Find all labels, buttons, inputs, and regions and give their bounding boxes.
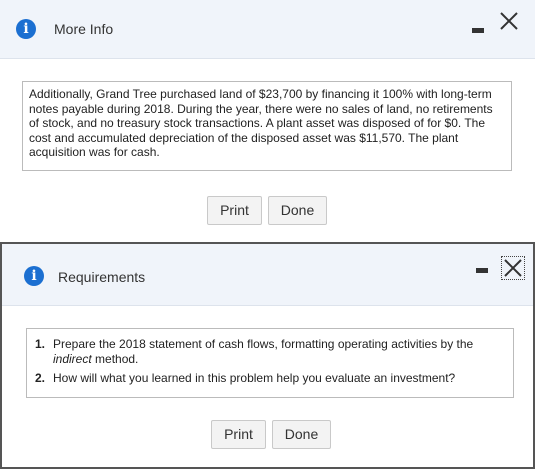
more-info-text: Additionally, Grand Tree purchased land … (29, 87, 493, 159)
requirements-dialog: i Requirements 1. Prepare the 2018 state… (0, 242, 535, 469)
more-info-dialog: i More Info Additionally, Grand Tree pur… (0, 0, 535, 240)
requirements-title: Requirements (58, 269, 146, 285)
close-icon (504, 259, 522, 277)
requirement-text: How will what you learned in this proble… (53, 371, 456, 385)
requirement-number: 2. (35, 371, 46, 385)
requirement-text-end: method. (91, 351, 139, 366)
requirements-titlebar: i Requirements (2, 244, 533, 306)
done-button[interactable]: Done (268, 196, 327, 225)
print-button[interactable]: Print (207, 196, 262, 225)
minimize-button[interactable] (472, 28, 484, 33)
more-info-title: More Info (54, 21, 114, 37)
close-icon (500, 12, 518, 30)
close-button[interactable] (498, 10, 520, 32)
close-button[interactable] (501, 256, 525, 280)
requirement-item-1: 1. Prepare the 2018 statement of cash fl… (35, 337, 505, 366)
info-icon: i (24, 266, 44, 286)
requirements-list: 1. Prepare the 2018 statement of cash fl… (35, 337, 505, 386)
print-button[interactable]: Print (211, 420, 266, 449)
requirements-content: 1. Prepare the 2018 statement of cash fl… (26, 328, 514, 398)
requirement-emphasis: indirect (53, 351, 92, 366)
done-button[interactable]: Done (272, 420, 331, 449)
more-info-content: Additionally, Grand Tree purchased land … (22, 81, 512, 171)
requirement-item-2: 2. How will what you learned in this pro… (35, 371, 505, 386)
requirement-text: Prepare the 2018 statement of cash flows… (53, 337, 474, 351)
more-info-titlebar: i More Info (0, 0, 535, 59)
minimize-button[interactable] (476, 268, 488, 273)
requirement-number: 1. (35, 337, 46, 351)
info-icon: i (16, 19, 36, 39)
